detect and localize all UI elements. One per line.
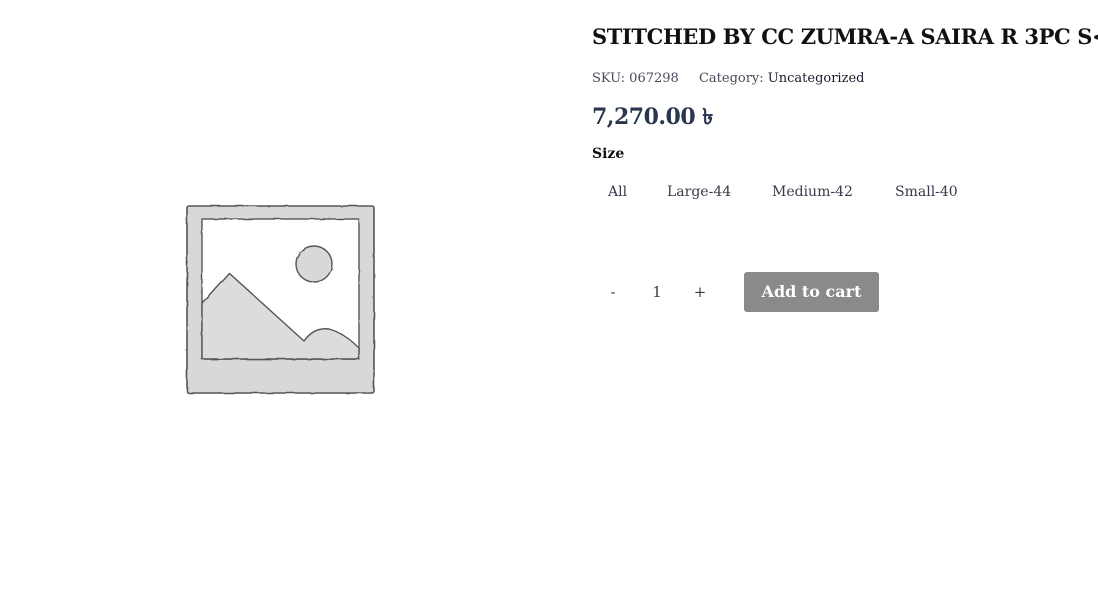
- placeholder-image-icon[interactable]: [184, 203, 378, 397]
- category: Category: Uncategorized: [699, 71, 865, 86]
- category-link[interactable]: Uncategorized: [768, 71, 865, 86]
- add-to-cart-form: - 1 + Add to cart: [592, 271, 1082, 313]
- quantity-increment-button[interactable]: +: [689, 279, 711, 305]
- product-meta: SKU: 067298 Category: Uncategorized: [592, 70, 1082, 88]
- size-options: All Large-44 Medium-42 Small-40: [592, 176, 1082, 208]
- size-option-large-44[interactable]: Large-44: [667, 176, 731, 208]
- category-label: Category:: [698, 71, 764, 86]
- sku: SKU: 067298: [592, 71, 683, 86]
- sku-value: 067298: [629, 71, 679, 86]
- size-option-all[interactable]: All: [608, 176, 627, 208]
- product-title: STITCHED BY CC ZUMRA-A SAIRA R 3PC S<7: [592, 24, 1098, 49]
- size-option-small-40[interactable]: Small-40: [895, 176, 958, 208]
- product-gallery: [184, 203, 378, 397]
- size-label: Size: [592, 146, 625, 162]
- sku-label: SKU:: [592, 71, 626, 86]
- add-to-cart-button[interactable]: Add to cart: [744, 272, 879, 312]
- size-option-medium-42[interactable]: Medium-42: [772, 176, 853, 208]
- quantity-input[interactable]: 1: [644, 279, 670, 305]
- quantity-decrement-button[interactable]: -: [602, 279, 624, 305]
- product-price: 7,270.00 ৳: [592, 104, 713, 130]
- product-page: STITCHED BY CC ZUMRA-A SAIRA R 3PC S<7 S…: [0, 0, 1098, 599]
- product-summary: STITCHED BY CC ZUMRA-A SAIRA R 3PC S<7 S…: [592, 22, 1098, 313]
